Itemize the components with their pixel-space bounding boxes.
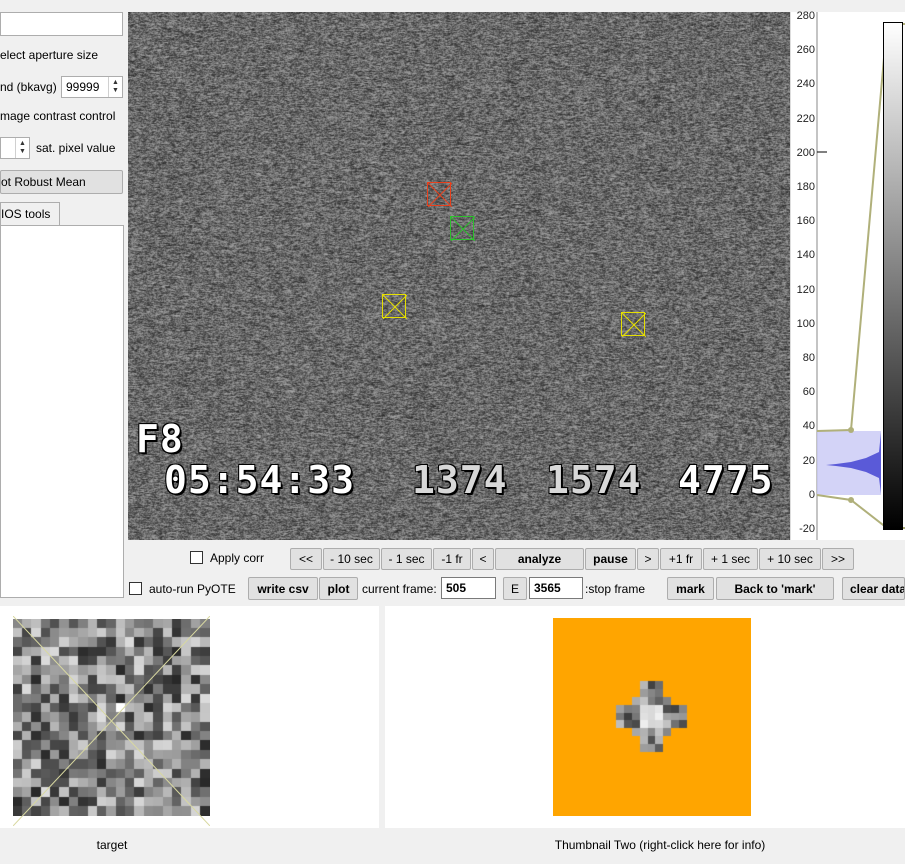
clear-data-button[interactable]: clear data — [842, 577, 905, 600]
sat-pixel-label: sat. pixel value — [36, 141, 116, 155]
top-input[interactable] — [0, 12, 123, 36]
gradient-bar[interactable] — [883, 22, 903, 530]
apply-corr-checkbox[interactable] — [190, 551, 203, 564]
osd-time: 05:54:33 — [164, 458, 356, 502]
thumbnail-two-panel[interactable] — [385, 606, 905, 828]
plus-1-sec-button[interactable]: + 1 sec — [703, 548, 758, 570]
auto-run-pyote-checkbox[interactable] — [129, 582, 142, 595]
minus-1-frame-button[interactable]: -1 fr — [433, 548, 471, 570]
osd-number-1: 1374 — [412, 458, 508, 502]
thumbnail-two-caption[interactable]: Thumbnail Two (right-click here for info… — [385, 838, 905, 852]
stop-frame-label: :stop frame — [585, 582, 646, 596]
current-frame-input[interactable]: 505 — [441, 577, 496, 599]
contrast-control-label: mage contrast control — [0, 109, 116, 123]
last-frame-button[interactable]: >> — [822, 548, 854, 570]
spin-arrows-icon[interactable]: ▲ ▼ — [108, 77, 122, 97]
tab-ios-tools[interactable]: IOS tools — [0, 202, 60, 226]
stop-frame-input[interactable]: 3565 — [529, 577, 583, 599]
plus-1-frame-button[interactable]: +1 fr — [660, 548, 702, 570]
plus-10-sec-button[interactable]: + 10 sec — [759, 548, 821, 570]
mark-button[interactable]: mark — [667, 577, 714, 600]
pause-button[interactable]: pause — [585, 548, 636, 570]
aperture-yellow-1[interactable] — [382, 294, 407, 319]
thumbnail-one-panel[interactable] — [0, 606, 379, 828]
aperture-green[interactable] — [450, 216, 475, 241]
aperture-size-label: elect aperture size — [0, 48, 99, 62]
bkavg-label: nd (bkavg) — [0, 80, 57, 94]
osd-number-3: 4775 — [678, 458, 774, 502]
sat-pixel-spinbox[interactable]: ▲ ▼ — [0, 137, 30, 159]
current-frame-label: current frame: — [362, 582, 437, 596]
plot-button[interactable]: plot — [319, 577, 358, 600]
minus-1-sec-button[interactable]: - 1 sec — [381, 548, 432, 570]
osd-number-2: 1574 — [546, 458, 642, 502]
analyze-button[interactable]: analyze — [495, 548, 584, 570]
tools-pane — [0, 225, 124, 598]
osd-label: F8 — [136, 417, 184, 461]
robust-mean-button[interactable]: ot Robust Mean — [0, 170, 123, 194]
histogram-panel[interactable]: 280 260 240 220 200 180 160 140 120 100 80 60 40 20 0-… — [790, 10, 905, 540]
write-csv-button[interactable]: write csv — [248, 577, 318, 600]
apply-corr-label: Apply corr — [210, 551, 265, 565]
next-button[interactable]: > — [637, 548, 659, 570]
first-frame-button[interactable]: << — [290, 548, 322, 570]
aperture-yellow-2[interactable] — [621, 312, 646, 337]
main-image-view[interactable]: F8 05:54:33 1374 1574 4775 — [128, 12, 790, 540]
spin-arrows-icon[interactable]: ▲ ▼ — [15, 138, 29, 158]
aperture-red[interactable] — [427, 182, 452, 207]
thumbnail-one-caption: target — [96, 838, 128, 852]
bkavg-spinbox[interactable]: 99999 ▲ ▼ — [61, 76, 123, 98]
minus-10-sec-button[interactable]: - 10 sec — [323, 548, 380, 570]
thumbnail-crosshair — [13, 616, 210, 826]
auto-run-pyote-label: auto-run PyOTE — [149, 582, 236, 596]
e-button[interactable]: E — [503, 577, 527, 600]
back-to-mark-button[interactable]: Back to 'mark' — [716, 577, 834, 600]
bkavg-value: 99999 — [66, 80, 100, 94]
prev-button[interactable]: < — [472, 548, 494, 570]
